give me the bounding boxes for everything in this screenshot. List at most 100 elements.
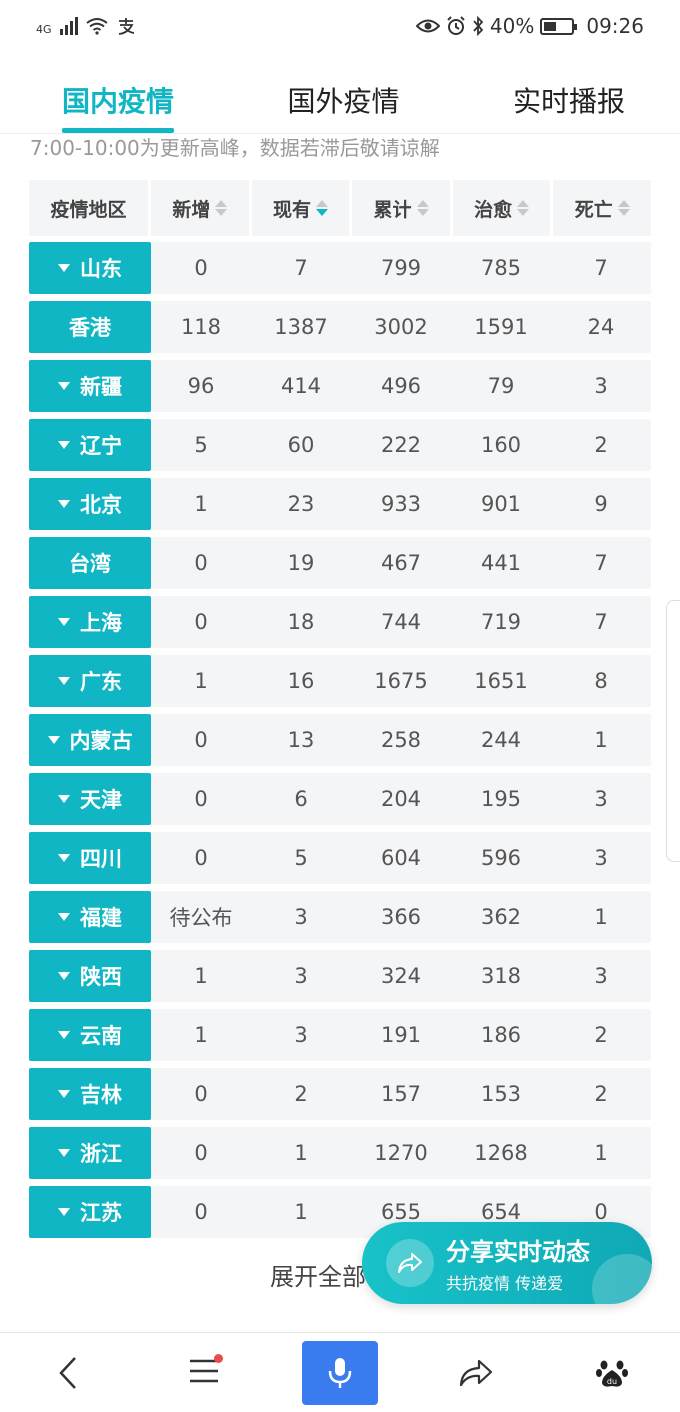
sort-icon <box>416 200 429 216</box>
region-cell[interactable]: 广东 <box>29 655 151 707</box>
region-name: 北京 <box>80 493 122 517</box>
cell-new: 1 <box>194 964 208 988</box>
expand-all-button[interactable]: 展开全部 <box>270 1257 366 1292</box>
cell-current: 13 <box>287 728 315 752</box>
battery-icon <box>540 17 578 35</box>
cell-current: 414 <box>280 374 322 398</box>
cell-dead: 9 <box>594 492 608 516</box>
share-title: 分享实时动态 <box>446 1238 590 1266</box>
cell-new: 0 <box>194 610 208 634</box>
status-right: 40% 09:26 <box>415 14 644 38</box>
region-cell[interactable]: 吉林 <box>29 1068 151 1120</box>
cell-dead: 2 <box>594 433 608 457</box>
svg-text:du: du <box>607 1377 617 1386</box>
cell-dead: 3 <box>594 846 608 870</box>
header-new[interactable]: 新增 <box>151 180 249 236</box>
table-row[interactable]: 北京 1 23 933 901 9 <box>29 478 651 530</box>
cell-dead: 1 <box>594 905 608 929</box>
cell-dead: 8 <box>594 669 608 693</box>
region-cell[interactable]: 江苏 <box>29 1186 151 1238</box>
region-cell[interactable]: 浙江 <box>29 1127 151 1179</box>
cell-new: 1 <box>194 492 208 516</box>
table-row[interactable]: 浙江 0 1 1270 1268 1 <box>29 1127 651 1179</box>
decorative-blob <box>592 1254 652 1304</box>
cell-dead: 7 <box>594 551 608 575</box>
region-name: 浙江 <box>80 1142 122 1166</box>
region-cell[interactable]: 香港 <box>29 301 151 353</box>
status-left: 4G <box>36 17 136 36</box>
region-cell[interactable]: 内蒙古 <box>29 714 151 766</box>
epidemic-table: 疫情地区 新增 现有 累计 治愈 死亡 山东 0 7 799 785 7 香港 118 1387… <box>29 180 652 1245</box>
cell-cured: 1651 <box>474 669 528 693</box>
cell-new: 0 <box>194 787 208 811</box>
cell-total: 3002 <box>374 315 428 339</box>
tab-domestic[interactable]: 国内疫情 <box>62 52 175 133</box>
tab-foreign[interactable]: 国外疫情 <box>287 52 399 133</box>
cell-cured: 244 <box>480 728 522 752</box>
table-body: 山东 0 7 799 785 7 香港 118 1387 3002 1591 24 新疆 96 414 496… <box>29 242 651 1238</box>
table-row[interactable]: 香港 118 1387 3002 1591 24 <box>29 301 651 353</box>
table-row[interactable]: 山东 0 7 799 785 7 <box>29 242 651 294</box>
cell-new: 5 <box>194 433 208 457</box>
cell-cured: 719 <box>480 610 522 634</box>
region-cell[interactable]: 福建 <box>29 891 151 943</box>
sort-icon <box>215 200 228 216</box>
side-scroll-handle[interactable] <box>666 600 680 862</box>
region-name: 新疆 <box>80 375 122 399</box>
table-row[interactable]: 云南 1 3 191 186 2 <box>29 1009 651 1061</box>
table-row[interactable]: 天津 0 6 204 195 3 <box>29 773 651 825</box>
region-name: 山东 <box>80 257 122 281</box>
table-header: 疫情地区 新增 现有 累计 治愈 死亡 <box>29 180 652 236</box>
table-row[interactable]: 广东 1 16 1675 1651 8 <box>29 655 651 707</box>
region-cell[interactable]: 四川 <box>29 832 151 884</box>
voice-search-button[interactable] <box>302 1340 378 1405</box>
share-live-button[interactable]: 分享实时动态 共抗疫情 传递爱 <box>362 1222 652 1304</box>
sort-icon <box>617 200 630 216</box>
tab-live[interactable]: 实时播报 <box>513 52 625 133</box>
cell-new: 0 <box>194 846 208 870</box>
region-cell[interactable]: 新疆 <box>29 360 151 412</box>
menu-button[interactable] <box>166 1341 242 1405</box>
cell-total: 157 <box>380 1082 422 1106</box>
cell-total: 324 <box>380 964 422 988</box>
header-total[interactable]: 累计 <box>352 180 450 236</box>
region-cell[interactable]: 北京 <box>29 478 151 530</box>
back-button[interactable] <box>30 1341 106 1405</box>
cell-current: 1 <box>294 1141 308 1165</box>
cell-cured: 153 <box>480 1082 522 1106</box>
table-row[interactable]: 新疆 96 414 496 79 3 <box>29 360 651 412</box>
table-row[interactable]: 内蒙古 0 13 258 244 1 <box>29 714 651 766</box>
region-name: 辽宁 <box>80 434 122 458</box>
region-cell[interactable]: 陕西 <box>29 950 151 1002</box>
table-row[interactable]: 吉林 0 2 157 153 2 <box>29 1068 651 1120</box>
share-subtitle: 共抗疫情 传递爱 <box>446 1274 564 1293</box>
menu-icon <box>189 1353 223 1388</box>
table-row[interactable]: 辽宁 5 60 222 160 2 <box>29 419 651 471</box>
region-name: 上海 <box>80 611 122 635</box>
region-cell[interactable]: 天津 <box>29 773 151 825</box>
cell-dead: 1 <box>594 728 608 752</box>
header-dead[interactable]: 死亡 <box>553 180 652 236</box>
region-cell[interactable]: 台湾 <box>29 537 151 589</box>
header-cured[interactable]: 治愈 <box>452 180 551 236</box>
region-cell[interactable]: 上海 <box>29 596 151 648</box>
region-cell[interactable]: 云南 <box>29 1009 151 1061</box>
table-row[interactable]: 四川 0 5 604 596 3 <box>29 832 651 884</box>
table-row[interactable]: 上海 0 18 744 719 7 <box>29 596 651 648</box>
table-row[interactable]: 台湾 0 19 467 441 7 <box>29 537 651 589</box>
baidu-home-button[interactable]: du <box>574 1341 650 1405</box>
cell-total: 799 <box>380 256 422 280</box>
table-row[interactable]: 福建 待公布 3 366 362 1 <box>29 891 651 943</box>
table-row[interactable]: 陕西 1 3 324 318 3 <box>29 950 651 1002</box>
expand-caret-icon <box>58 972 70 980</box>
region-cell[interactable]: 山东 <box>29 242 151 294</box>
forward-share-button[interactable] <box>438 1341 514 1405</box>
expand-caret-icon <box>58 913 70 921</box>
cell-total: 191 <box>380 1023 422 1047</box>
cell-total: 604 <box>380 846 422 870</box>
cell-total: 467 <box>380 551 422 575</box>
eye-icon <box>415 19 440 33</box>
header-current[interactable]: 现有 <box>251 180 350 236</box>
cell-current: 1 <box>294 1200 308 1224</box>
region-cell[interactable]: 辽宁 <box>29 419 151 471</box>
